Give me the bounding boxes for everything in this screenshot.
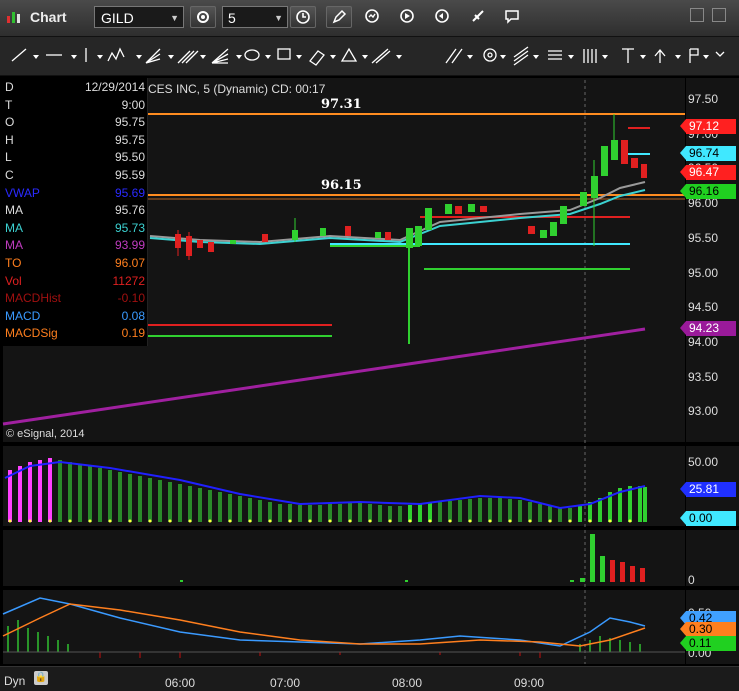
price-value-tag: 96.16 (680, 184, 736, 199)
data-window-row: MACD 0.08 (5, 309, 145, 325)
data-window-value: 11272 (112, 273, 145, 288)
data-window-key: Vol (5, 273, 22, 288)
price-axis-label: 95.50 (688, 230, 719, 245)
macd-signal-line (2, 603, 646, 647)
data-window-key: MACDSig (5, 326, 58, 341)
data-window-row: H 95.75 (5, 133, 145, 149)
macd-value-tag: 0.11 (680, 636, 736, 651)
data-window-key: MA (5, 220, 23, 235)
time-label: 09:00 (514, 676, 545, 690)
time-axis[interactable]: Dyn 🔒 06:00 07:00 08:00 09:00 (0, 666, 739, 691)
lower-level-label: 96.15 (321, 178, 362, 193)
study-title: CES INC, 5 (Dynamic) CD: 00:17 (148, 82, 326, 96)
data-window-key: MA (5, 203, 23, 218)
data-window-value: 96.07 (114, 256, 145, 270)
data-window-key: MACDHist (5, 291, 61, 306)
data-window-row: C 95.59 (5, 168, 145, 184)
data-window-row: VWAP 95.69 (5, 186, 145, 202)
data-window-key: VWAP (5, 185, 40, 200)
price-value-tag: 94.23 (680, 321, 736, 336)
data-window-key: D (5, 80, 14, 94)
data-window-key: T (5, 97, 13, 112)
data-window-value: 12/29/2014 (84, 80, 145, 94)
volume-value-tag: 0.00 (680, 511, 736, 526)
price-axis-label: 93.00 (688, 404, 719, 419)
copyright-notice: © eSignal, 2014 (6, 428, 85, 440)
data-window-value: 95.75 (114, 132, 145, 147)
oscillator-axis-label: 0 (688, 573, 695, 587)
price-axis-label: 97.50 (688, 92, 719, 106)
time-label: 08:00 (392, 676, 423, 690)
data-window-key: C (5, 168, 14, 182)
time-label: 06:00 (165, 676, 196, 690)
upper-level-label: 97.31 (321, 97, 362, 112)
price-axis-label: 95.00 (688, 265, 719, 280)
data-window-value: 9:00 (121, 97, 145, 112)
price-axis-label: 94.50 (688, 300, 719, 315)
macd-value-tag: 0.30 (680, 622, 736, 637)
data-window-row: L 95.50 (5, 150, 145, 166)
data-window-value: 95.73 (114, 220, 145, 235)
macd-line (2, 597, 646, 647)
histogram-bars (180, 534, 645, 582)
data-window-row: TO 96.07 (5, 256, 145, 272)
data-window-value: -0.10 (117, 291, 145, 306)
moving-average-line (149, 181, 646, 244)
lock-icon[interactable]: 🔒 (34, 671, 48, 685)
data-window-value: 93.99 (114, 238, 145, 253)
dynamic-mode-label[interactable]: Dyn (4, 674, 25, 688)
price-value-tag: 96.47 (680, 165, 736, 180)
data-window-key: L (5, 150, 12, 165)
data-window-key: O (5, 115, 15, 130)
data-window-value: 0.19 (121, 326, 145, 341)
macd-histogram (7, 620, 641, 652)
data-window-key: TO (5, 256, 22, 270)
data-window-value: 95.59 (114, 168, 145, 182)
data-window-row: T 9:00 (5, 98, 145, 114)
data-window-value: 95.76 (114, 203, 145, 218)
volume-value-tag: 25.81 (680, 482, 736, 497)
macd-negative-histogram (99, 652, 541, 658)
price-value-tag: 97.12 (680, 119, 736, 134)
data-window-row: D 12/29/2014 (5, 80, 145, 96)
data-window-row: Vol 11272 (5, 274, 145, 290)
data-window-row: MA 95.76 (5, 203, 145, 219)
price-axis-label: 94.00 (688, 334, 719, 349)
data-window-key: H (5, 132, 14, 147)
data-window-row: MA 95.73 (5, 221, 145, 237)
data-window-row: MA 93.99 (5, 238, 145, 254)
data-window-value: 95.75 (114, 115, 145, 130)
price-value-tag: 96.74 (680, 146, 736, 161)
data-window-value: 0.08 (121, 308, 145, 323)
price-axis-label: 93.50 (688, 369, 719, 384)
data-window: D 12/29/2014 T 9:00 O 95.75 H 95.75 L 95.50 C 95.59… (3, 78, 148, 346)
data-window-key: MACD (5, 308, 41, 323)
data-window-row: MACDSig 0.19 (5, 326, 145, 342)
data-window-row: O 95.75 (5, 115, 145, 131)
candlesticks (175, 114, 647, 344)
data-window-row: MACDHist -0.10 (5, 291, 145, 307)
time-label: 07:00 (270, 676, 301, 690)
data-window-value: 95.69 (114, 185, 145, 200)
oscillator-axis-label: 50.00 (688, 455, 719, 469)
data-window-value: 95.50 (114, 150, 145, 165)
data-window-key: MA (5, 238, 23, 253)
